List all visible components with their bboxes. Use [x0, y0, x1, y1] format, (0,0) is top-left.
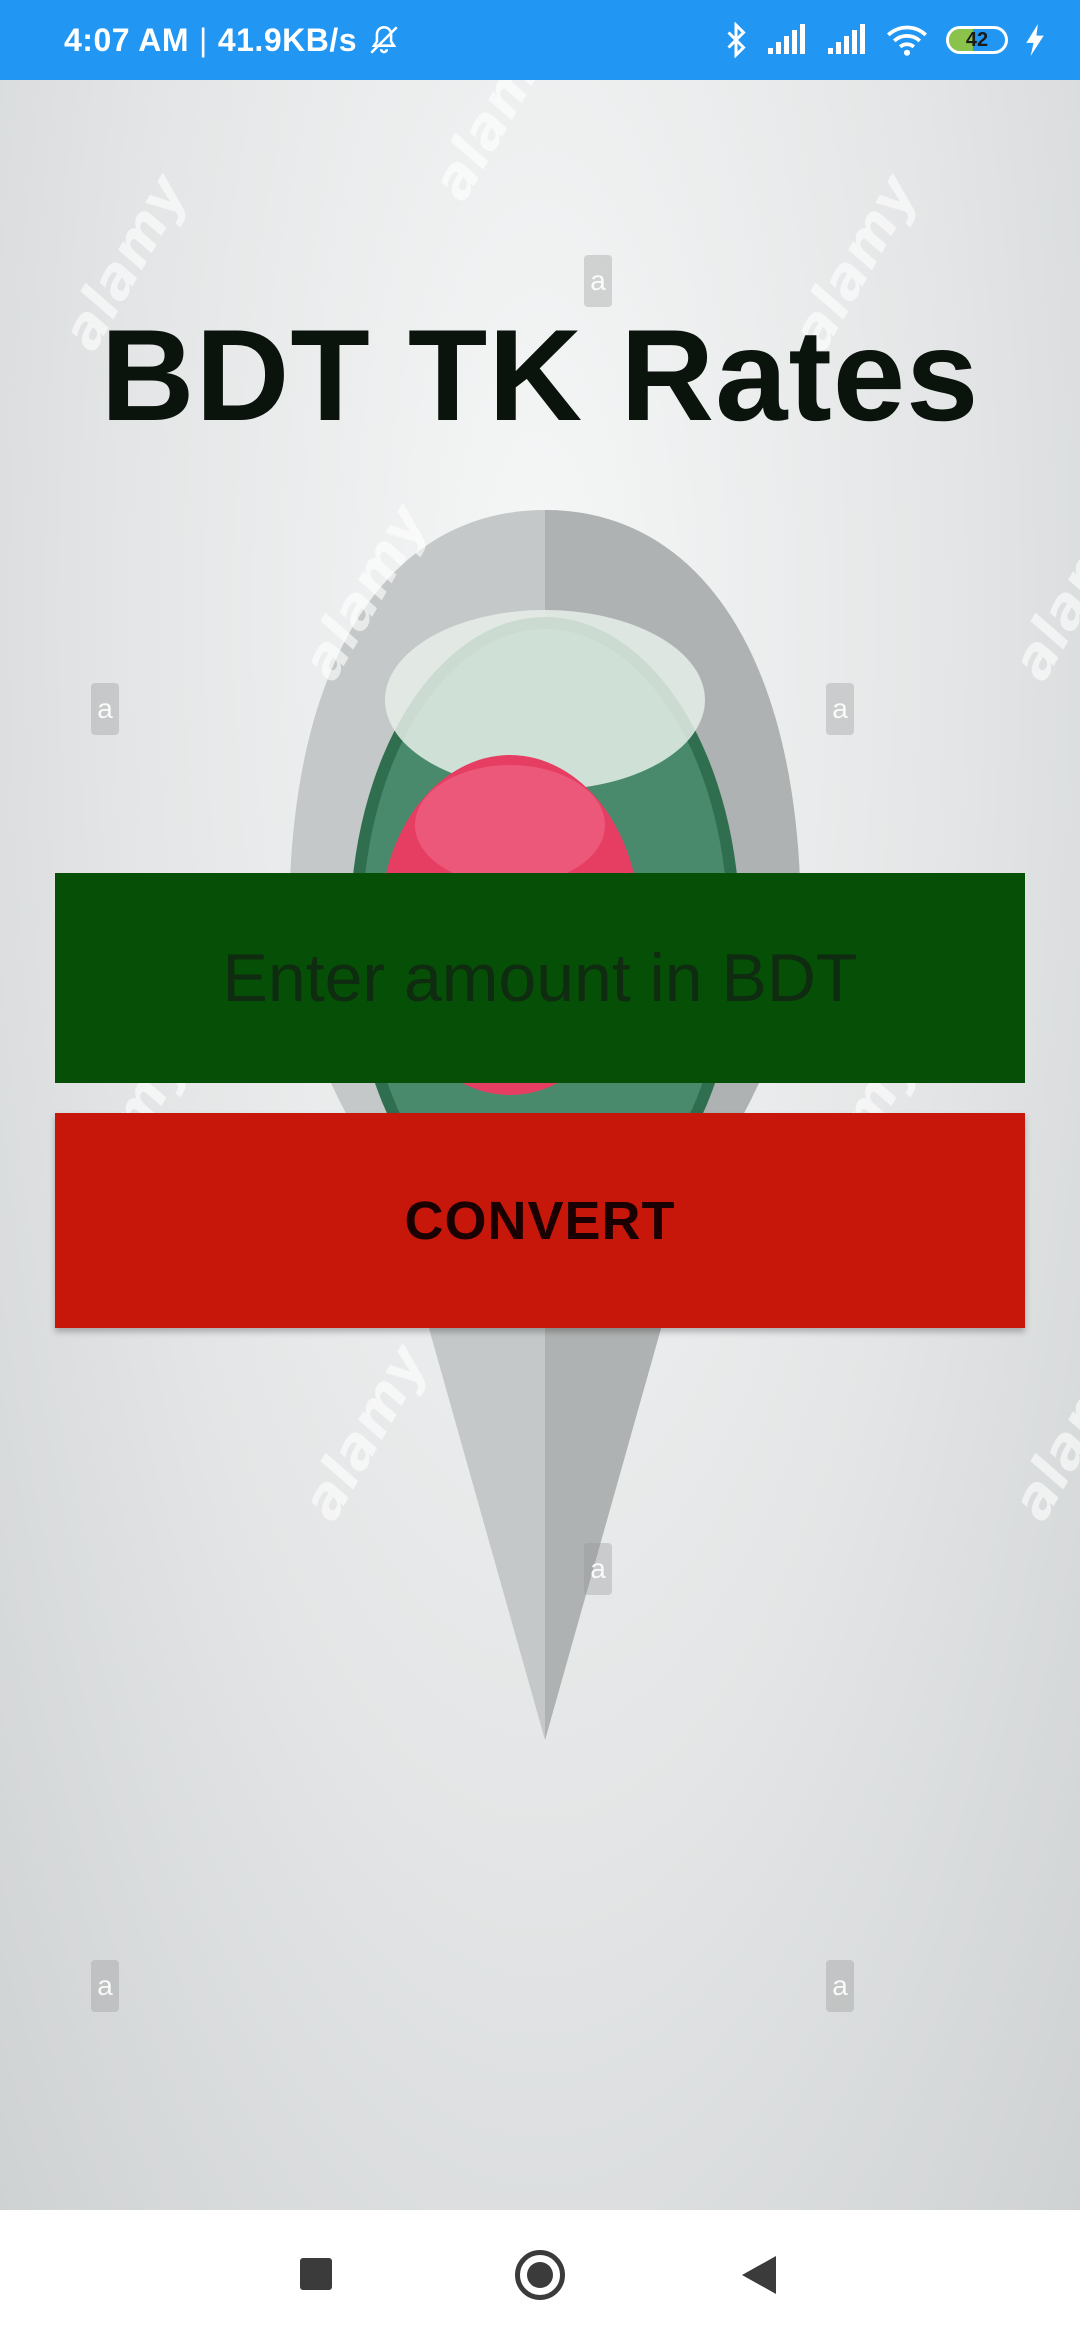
battery-level: 42: [965, 28, 989, 51]
back-button[interactable]: [742, 2256, 776, 2294]
watermark-letter: a: [584, 1543, 612, 1595]
status-left: 4:07 AM | 41.9KB/s: [64, 0, 401, 80]
status-right: 42: [724, 0, 1044, 80]
convert-button[interactable]: CONVERT: [55, 1113, 1025, 1328]
signal-icon: [828, 24, 865, 54]
status-separator: |: [199, 21, 208, 58]
amount-input[interactable]: [55, 873, 1025, 1083]
status-bar: 4:07 AM | 41.9KB/s 42: [0, 0, 1080, 80]
watermark-letter: a: [826, 1960, 854, 2012]
watermark-letter: a: [91, 1960, 119, 2012]
status-speed: 41.9KB/s: [217, 21, 358, 58]
battery-icon: 42: [946, 26, 1008, 54]
watermark-letter: a: [826, 683, 854, 735]
watermark-letter: a: [91, 683, 119, 735]
app-title: BDT TK Rates: [100, 302, 980, 448]
wifi-icon: [887, 25, 927, 56]
signal-icon: [768, 24, 805, 54]
recents-button[interactable]: [300, 2258, 332, 2290]
navigation-bar: [0, 2210, 1080, 2340]
status-time: 4:07 AM: [64, 21, 190, 58]
bluetooth-icon: [727, 22, 746, 58]
home-button[interactable]: [515, 2250, 565, 2300]
bell-off-icon: [370, 25, 398, 54]
charging-icon: [1026, 24, 1044, 56]
